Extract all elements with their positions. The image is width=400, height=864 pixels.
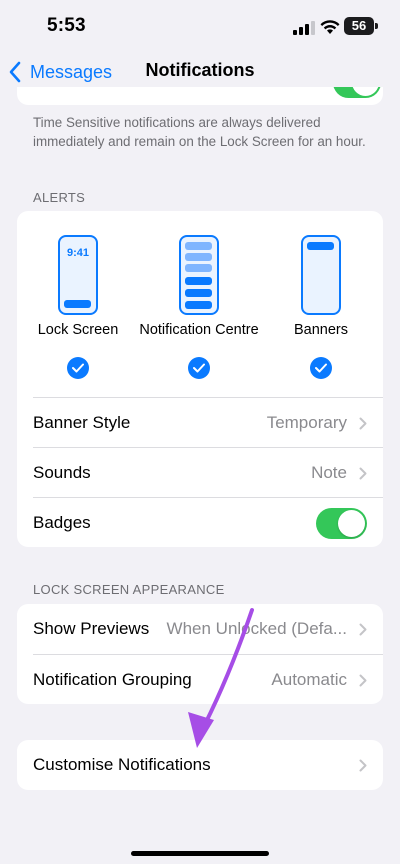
notification-grouping-row[interactable]: Notification Grouping Automatic — [17, 655, 383, 705]
checkmark-icon[interactable] — [188, 357, 210, 379]
phone-notification-bar — [185, 277, 212, 285]
badges-row: Badges — [17, 498, 383, 548]
status-bar: 5:53 56 — [0, 0, 400, 50]
phone-notification-bar — [185, 289, 212, 297]
row-value: Automatic — [271, 670, 347, 689]
battery-nub — [375, 23, 378, 29]
row-value: When Unlocked (Defa... — [166, 619, 347, 638]
alert-option-label: Notification Centre — [139, 322, 259, 338]
phone-notification-bar — [307, 242, 334, 250]
row-value: Temporary — [266, 413, 347, 432]
time-sensitive-toggle[interactable] — [333, 87, 381, 98]
phone-time-label: 9:41 — [66, 247, 90, 259]
chevron-right-icon — [359, 467, 367, 479]
chevron-right-icon — [359, 674, 367, 686]
banner-style-row[interactable]: Banner Style Temporary — [17, 398, 383, 448]
cellular-signal-icon — [293, 21, 315, 35]
phone-notification-bar — [64, 300, 91, 308]
alerts-section-header: ALERTS — [33, 190, 86, 205]
badges-toggle[interactable] — [316, 508, 367, 539]
phone-notification-bar — [185, 264, 212, 272]
phone-notification-bar — [185, 253, 212, 261]
wifi-icon — [320, 20, 340, 34]
alert-option-label: Lock Screen — [37, 322, 119, 338]
phone-notification-bar — [185, 242, 212, 250]
checkmark-icon[interactable] — [310, 357, 332, 379]
customise-notifications-row[interactable]: Customise Notifications — [17, 740, 383, 790]
row-label: Customise Notifications — [33, 755, 211, 774]
row-label: Sounds — [33, 463, 91, 482]
row-label: Badges — [33, 513, 91, 532]
status-time: 5:53 — [47, 15, 86, 36]
battery-icon: 56 — [344, 17, 374, 35]
time-sensitive-footer: Time Sensitive notifications are always … — [33, 115, 366, 149]
page-title: Notifications — [145, 60, 255, 80]
notification-centre-phone-icon — [179, 235, 219, 315]
row-label: Show Previews — [33, 619, 150, 638]
chevron-right-icon — [359, 623, 367, 635]
lock-screen-appearance-header: LOCK SCREEN APPEARANCE — [33, 582, 225, 597]
time-sensitive-card — [17, 87, 383, 105]
banners-phone-icon — [301, 235, 341, 315]
sounds-row[interactable]: Sounds Note — [17, 448, 383, 498]
row-label: Banner Style — [33, 413, 131, 432]
phone-notification-bar — [185, 301, 212, 309]
row-value: Note — [311, 463, 347, 482]
checkmark-icon[interactable] — [67, 357, 89, 379]
toggle-knob — [338, 510, 365, 537]
show-previews-row[interactable]: Show Previews When Unlocked (Defa... — [17, 604, 383, 654]
chevron-right-icon — [359, 417, 367, 429]
row-label: Notification Grouping — [33, 670, 192, 689]
chevron-right-icon — [359, 759, 367, 771]
alert-option-label: Banners — [293, 322, 348, 338]
lock-screen-phone-icon: 9:41 — [58, 235, 98, 315]
home-indicator — [131, 851, 269, 856]
